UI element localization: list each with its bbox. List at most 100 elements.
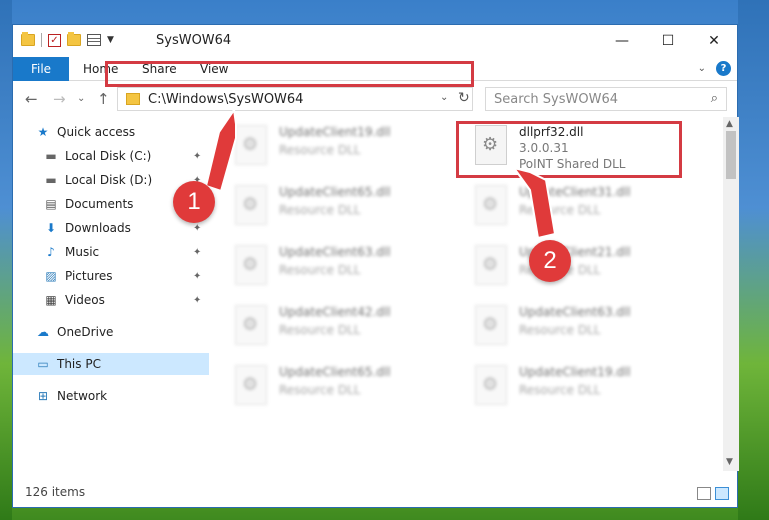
dll-file-icon xyxy=(475,365,507,405)
drive-icon: ▬ xyxy=(45,173,57,187)
address-dropdown-icon[interactable]: ⌄ xyxy=(440,92,448,103)
list-item[interactable]: UpdateClient21.dll Resource DLL xyxy=(475,241,695,293)
file-type: Resource DLL xyxy=(519,203,601,217)
file-type: Resource DLL xyxy=(279,323,361,337)
sidebar-item-pictures[interactable]: ▨ Pictures ✦ xyxy=(13,265,209,287)
status-bar: 126 items xyxy=(13,481,737,507)
list-item[interactable]: UpdateClient19.dll Resource DLL xyxy=(235,121,455,173)
refresh-icon[interactable]: ↻ xyxy=(458,90,470,106)
sidebar-item-onedrive[interactable]: ☁ OneDrive xyxy=(13,321,209,343)
sidebar-item-label: Quick access xyxy=(57,125,136,139)
file-explorer-window: ✓ ▼ SysWOW64 — ☐ ✕ File Home Share View … xyxy=(12,24,739,508)
dll-file-icon xyxy=(475,305,507,345)
maximize-button[interactable]: ☐ xyxy=(645,25,691,57)
minimize-button[interactable]: — xyxy=(599,25,645,57)
file-type: Resource DLL xyxy=(279,383,361,397)
list-item[interactable]: UpdateClient65.dll Resource DLL xyxy=(235,181,455,233)
customize-toolbar-icon[interactable]: ▼ xyxy=(107,35,114,45)
file-name: UpdateClient42.dll xyxy=(279,305,391,319)
dll-file-icon xyxy=(235,245,267,285)
address-bar-highlight xyxy=(105,61,474,87)
sidebar-item-network[interactable]: ⊞ Network xyxy=(13,385,209,407)
sidebar-item-label: Documents xyxy=(65,197,134,211)
pin-icon[interactable]: ✦ xyxy=(193,247,201,258)
scroll-up-icon[interactable]: ▲ xyxy=(726,119,733,129)
pin-icon[interactable]: ✦ xyxy=(193,223,201,234)
navigation-pane: ★ Quick access ▬ Local Disk (C:) ✦ ▬ Loc… xyxy=(13,117,209,471)
sidebar-item-music[interactable]: ♪ Music ✦ xyxy=(13,241,209,263)
help-icon[interactable]: ? xyxy=(716,61,731,76)
callout-step-1: 1 xyxy=(173,181,215,223)
sidebar-item-quick-access[interactable]: ★ Quick access xyxy=(13,121,209,143)
sidebar-item-downloads[interactable]: ⬇ Downloads ✦ xyxy=(13,217,209,239)
file-name: UpdateClient19.dll xyxy=(519,365,631,379)
sidebar-item-label: This PC xyxy=(57,357,101,371)
list-item[interactable]: UpdateClient42.dll Resource DLL xyxy=(235,301,455,353)
dll-file-icon xyxy=(235,185,267,225)
network-icon: ⊞ xyxy=(37,389,49,403)
search-placeholder: Search SysWOW64 xyxy=(494,92,618,107)
properties-icon[interactable] xyxy=(87,34,101,46)
item-count: 126 items xyxy=(25,485,86,499)
sidebar-item-label: Music xyxy=(65,245,100,259)
file-name: UpdateClient65.dll xyxy=(279,185,391,199)
callout-step-2: 2 xyxy=(529,240,571,282)
properties-check-icon[interactable]: ✓ xyxy=(48,33,61,47)
list-item[interactable]: UpdateClient63.dll Resource DLL xyxy=(235,241,455,293)
recent-locations-icon[interactable]: ⌄ xyxy=(77,93,85,104)
computer-icon: ▭ xyxy=(37,357,49,371)
document-icon: ▤ xyxy=(45,197,57,211)
forward-icon[interactable]: → xyxy=(53,90,66,108)
dll-file-icon xyxy=(475,245,507,285)
sidebar-item-label: Pictures xyxy=(65,269,113,283)
details-view-icon[interactable] xyxy=(697,487,711,500)
magnifier-icon[interactable]: ⌕ xyxy=(711,91,718,106)
list-item[interactable]: UpdateClient65.dll Resource DLL xyxy=(235,361,455,413)
sidebar-item-videos[interactable]: ▦ Videos ✦ xyxy=(13,289,209,311)
desktop-background-right xyxy=(738,0,769,520)
star-icon: ★ xyxy=(37,125,49,139)
file-highlight xyxy=(456,121,682,178)
pin-icon[interactable]: ✦ xyxy=(193,295,201,306)
scrollbar-thumb[interactable] xyxy=(726,131,736,179)
vertical-scrollbar[interactable]: ▲ ▼ xyxy=(723,117,739,471)
dll-file-icon xyxy=(235,125,267,165)
drive-icon: ▬ xyxy=(45,149,57,163)
file-type: Resource DLL xyxy=(279,263,361,277)
sidebar-item-local-disk-c[interactable]: ▬ Local Disk (C:) ✦ xyxy=(13,145,209,167)
address-bar[interactable]: C:\Windows\SysWOW64 ⌄ ↻ xyxy=(117,87,473,111)
large-icons-view-icon[interactable] xyxy=(715,487,729,500)
back-icon[interactable]: ← xyxy=(25,90,38,108)
expand-ribbon-icon[interactable]: ⌄ xyxy=(698,63,706,74)
file-name: UpdateClient63.dll xyxy=(519,305,631,319)
picture-icon: ▨ xyxy=(45,269,57,283)
dll-file-icon xyxy=(235,305,267,345)
sidebar-item-label: Local Disk (C:) xyxy=(65,149,152,163)
address-path[interactable]: C:\Windows\SysWOW64 xyxy=(148,92,303,107)
sidebar-item-label: OneDrive xyxy=(57,325,114,339)
file-type: Resource DLL xyxy=(279,203,361,217)
dll-file-icon xyxy=(475,185,507,225)
close-button[interactable]: ✕ xyxy=(691,25,737,57)
file-type: Resource DLL xyxy=(279,143,361,157)
new-folder-icon[interactable] xyxy=(67,32,81,46)
list-item[interactable]: UpdateClient31.dll Resource DLL xyxy=(475,181,695,233)
file-name: UpdateClient31.dll xyxy=(519,185,631,199)
sidebar-item-this-pc[interactable]: ▭ This PC xyxy=(13,353,209,375)
pin-icon[interactable]: ✦ xyxy=(193,271,201,282)
download-icon: ⬇ xyxy=(45,221,57,235)
search-input[interactable]: Search SysWOW64 ⌕ xyxy=(485,87,727,111)
file-name: UpdateClient65.dll xyxy=(279,365,391,379)
up-icon[interactable]: ↑ xyxy=(97,90,110,108)
list-item[interactable]: UpdateClient63.dll Resource DLL xyxy=(475,301,695,353)
scroll-down-icon[interactable]: ▼ xyxy=(726,457,733,467)
file-type: Resource DLL xyxy=(519,383,601,397)
file-name: UpdateClient19.dll xyxy=(279,125,391,139)
list-item[interactable]: UpdateClient19.dll Resource DLL xyxy=(475,361,695,413)
sidebar-item-label: Videos xyxy=(65,293,105,307)
desktop-background-left xyxy=(0,0,12,520)
tab-file[interactable]: File xyxy=(13,57,69,81)
folder-icon xyxy=(126,93,140,105)
pin-icon[interactable]: ✦ xyxy=(193,151,201,162)
video-icon: ▦ xyxy=(45,293,57,307)
